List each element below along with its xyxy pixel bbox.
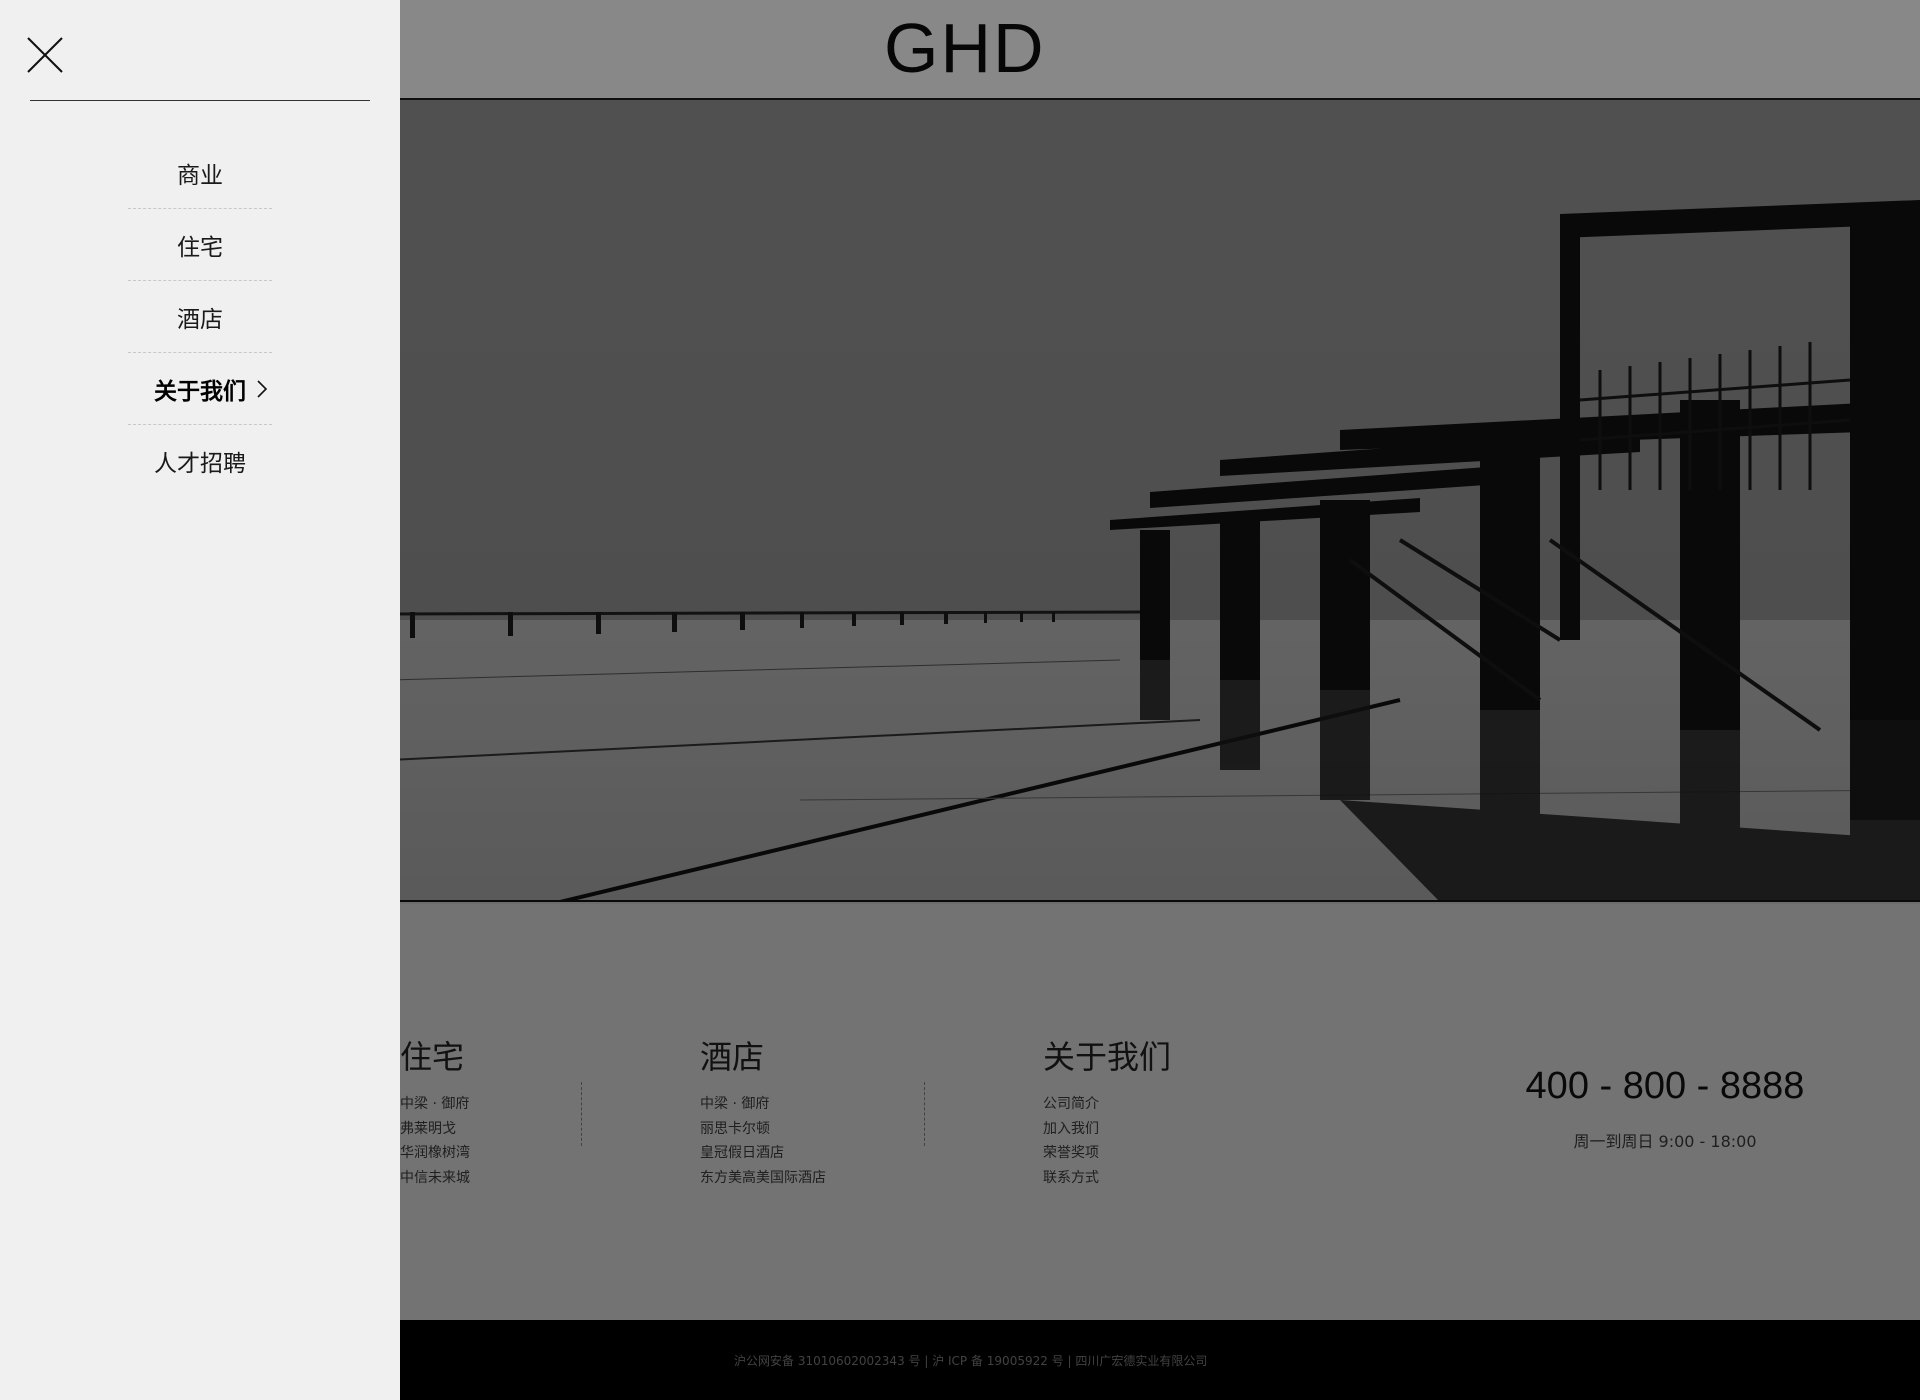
- side-drawer: 商业 住宅 酒店 关于我们 人才招聘: [0, 0, 400, 1400]
- menu-item-commercial[interactable]: 商业: [128, 137, 272, 209]
- close-button[interactable]: [26, 36, 64, 74]
- menu-item-label: 住宅: [177, 234, 223, 261]
- menu-item-label: 商业: [177, 162, 223, 189]
- drawer-menu: 商业 住宅 酒店 关于我们 人才招聘: [128, 137, 272, 497]
- menu-item-label: 关于我们: [154, 378, 246, 405]
- drawer-divider: [30, 100, 370, 101]
- menu-item-careers[interactable]: 人才招聘: [128, 425, 272, 497]
- close-icon: [27, 37, 63, 73]
- chevron-right-icon: [257, 379, 268, 398]
- menu-item-hotel[interactable]: 酒店: [128, 281, 272, 353]
- menu-item-label: 酒店: [177, 306, 223, 333]
- menu-item-about[interactable]: 关于我们: [128, 353, 272, 425]
- menu-item-residential[interactable]: 住宅: [128, 209, 272, 281]
- menu-item-label: 人才招聘: [154, 451, 246, 477]
